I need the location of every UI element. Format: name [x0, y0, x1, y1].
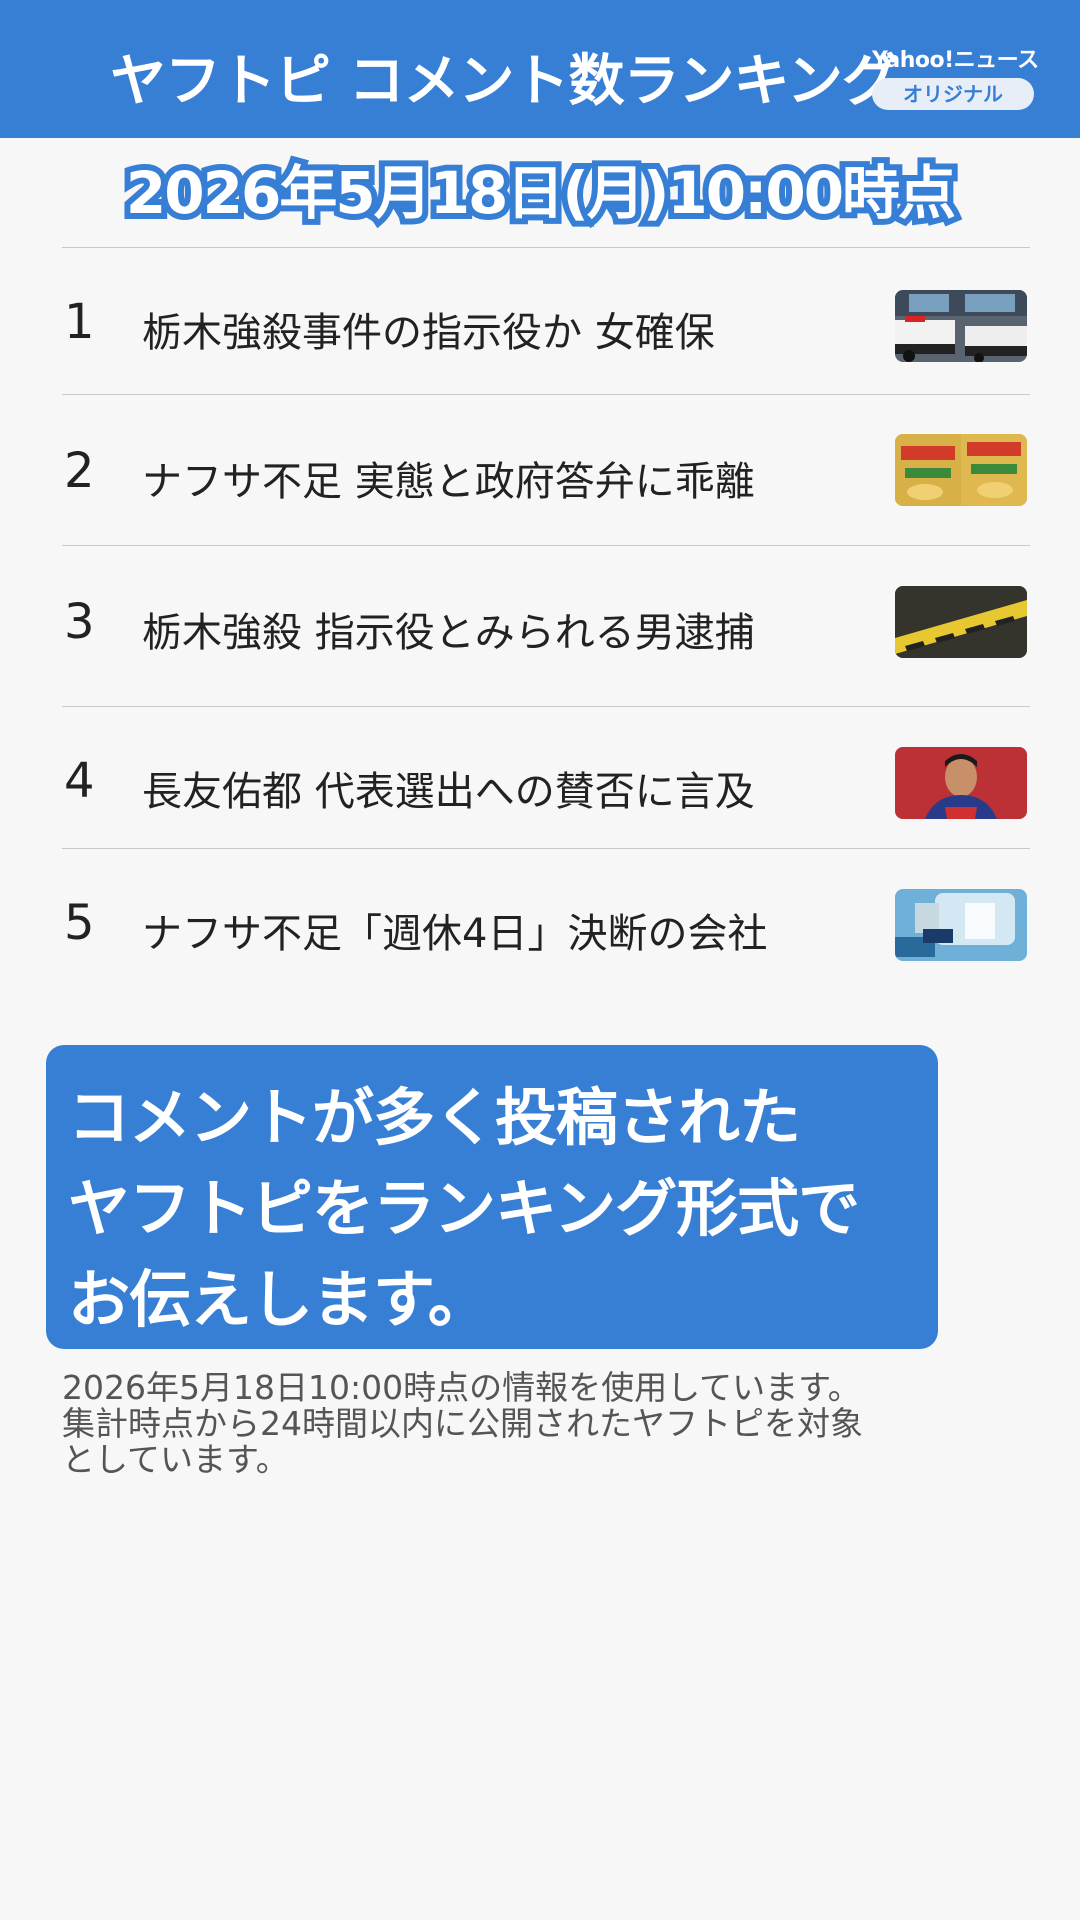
header-bar: ヤフトピ コメント数ランキング Yahoo!ニュース オリジナル: [0, 0, 1080, 138]
headline: ナフサ不足「週休4日」決断の会社: [142, 911, 768, 957]
headline: 長友佑都 代表選出への賛否に言及: [142, 769, 755, 815]
rank-number: 5: [64, 895, 95, 951]
ranking-item-1[interactable]: 1 栃木強殺事件の指示役か 女確保: [62, 248, 1030, 394]
footnote-line: としています。: [62, 1440, 289, 1479]
footnote-line: 集計時点から24時間以内に公開されたヤフトピを対象: [62, 1404, 863, 1443]
police-cars-image: [895, 290, 1027, 362]
ranking-item-2[interactable]: 2 ナフサ不足 実態と政府答弁に乖離: [62, 395, 1030, 545]
ranking-item-4[interactable]: 4 長友佑都 代表選出への賛否に言及: [62, 707, 1030, 848]
brand-name: Yahoo!ニュース: [872, 48, 1039, 73]
footnote: 2026年5月18日10:00時点の情報を使用しています。 集計時点から24時間…: [62, 1370, 962, 1478]
callout-line: お伝えします。: [68, 1263, 490, 1336]
headline: 栃木強殺事件の指示役か 女確保: [142, 310, 715, 356]
rank-number: 1: [64, 294, 95, 350]
rank-number: 4: [64, 753, 95, 809]
headline: ナフサ不足 実態と政府答弁に乖離: [142, 459, 755, 505]
callout-line: ヤフトピをランキング形式で: [68, 1172, 860, 1245]
callout-line: コメントが多く投稿された: [68, 1081, 801, 1154]
keep-out-tape-image: [895, 586, 1027, 658]
rank-number: 3: [64, 594, 95, 650]
ranking-item-3[interactable]: 3 栃木強殺 指示役とみられる男逮捕: [62, 546, 1030, 706]
ranking-item-5[interactable]: 5 ナフサ不足「週休4日」決断の会社: [62, 849, 1030, 979]
soccer-player-image: [895, 747, 1027, 819]
headline: 栃木強殺 指示役とみられる男逮捕: [142, 610, 755, 656]
description-callout: コメントが多く投稿された ヤフトピをランキング形式で お伝えします。: [46, 1045, 938, 1349]
ranking-list: 1 栃木強殺事件の指示役か 女確保 2 ナフサ不足 実態と政府答弁に乖離 3 栃…: [62, 247, 1030, 979]
snack-bags-image: [895, 434, 1027, 506]
page-title: ヤフトピ コメント数ランキング: [110, 49, 898, 114]
rank-number: 2: [64, 443, 95, 499]
original-badge: オリジナル: [872, 78, 1034, 110]
bottle-image: [895, 889, 1027, 961]
yahoo-news-logo: Yahoo!ニュース オリジナル: [872, 42, 1039, 110]
footnote-line: 2026年5月18日10:00時点の情報を使用しています。: [62, 1368, 861, 1407]
date-heading: 2026年5月18日(月)10:00時点: [120, 153, 962, 233]
